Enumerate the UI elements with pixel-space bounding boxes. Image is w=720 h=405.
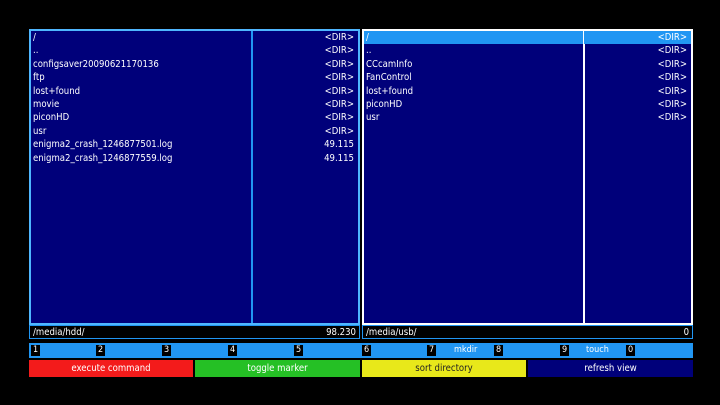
file-row[interactable]: movie [31, 98, 251, 111]
file-row[interactable]: enigma2_crash_1246877559.log [31, 152, 251, 165]
size-cell: <DIR> [657, 98, 687, 110]
number-key-bar: 1 2 3 4 5 6 7 mkdir 8 9 touch 0 [29, 343, 693, 358]
file-row[interactable]: usr [364, 111, 583, 124]
right-path-text: /media/usb/ [366, 327, 417, 338]
right-free-space: 0 [683, 327, 689, 338]
file-row[interactable]: enigma2_crash_1246877501.log [31, 138, 251, 151]
key-5[interactable]: 5 [294, 345, 304, 356]
file-row[interactable]: usr [31, 125, 251, 138]
right-size-column: <DIR> <DIR> <DIR> <DIR> <DIR> <DIR> <DIR… [584, 31, 691, 323]
size-cell: <DIR> [657, 45, 687, 57]
green-button-toggle-marker[interactable]: toggle marker [195, 360, 360, 377]
left-file-pane[interactable]: / .. configsaver20090621170136 ftp lost+… [29, 29, 360, 325]
left-name-column: / .. configsaver20090621170136 ftp lost+… [31, 31, 253, 323]
size-cell: <DIR> [324, 125, 354, 137]
size-cell: <DIR> [324, 45, 354, 57]
key-4[interactable]: 4 [228, 345, 238, 356]
key-9[interactable]: 9 [560, 345, 570, 356]
left-path-bar: /media/hdd/ 98.230 [29, 325, 360, 339]
size-cell: <DIR> [324, 32, 354, 43]
file-row[interactable]: ftp [31, 71, 251, 84]
key-8[interactable]: 8 [494, 345, 504, 356]
right-file-pane[interactable]: / .. CCcamInfo FanControl lost+found pic… [362, 29, 693, 325]
size-cell: <DIR> [324, 58, 354, 70]
size-cell: <DIR> [324, 85, 354, 97]
size-cell: <DIR> [657, 85, 687, 97]
yellow-button-sort-directory[interactable]: sort directory [362, 360, 526, 377]
key-0[interactable]: 0 [626, 345, 636, 356]
size-cell: <DIR> [657, 112, 687, 124]
file-row[interactable]: .. [364, 44, 583, 57]
key-1[interactable]: 1 [31, 345, 41, 356]
file-row[interactable]: configsaver20090621170136 [31, 58, 251, 71]
file-row[interactable]: FanControl [364, 71, 583, 84]
size-cell: <DIR> [584, 31, 691, 45]
left-size-column: <DIR> <DIR> <DIR> <DIR> <DIR> <DIR> <DIR… [251, 31, 358, 323]
key-9-label: touch [586, 345, 609, 355]
file-row[interactable]: / [31, 31, 251, 44]
file-row[interactable]: piconHD [31, 111, 251, 124]
file-row[interactable]: .. [31, 44, 251, 57]
file-row[interactable]: lost+found [31, 85, 251, 98]
key-2[interactable]: 2 [96, 345, 106, 356]
file-row[interactable]: lost+found [364, 85, 583, 98]
key-6[interactable]: 6 [362, 345, 372, 356]
left-path-text: /media/hdd/ [33, 327, 85, 338]
file-row-selected[interactable]: / [364, 31, 583, 45]
size-cell: 49.115 [324, 152, 354, 164]
size-cell: <DIR> [657, 58, 687, 70]
blue-button-refresh-view[interactable]: refresh view [528, 360, 693, 377]
file-row[interactable]: CCcamInfo [364, 58, 583, 71]
right-path-bar: /media/usb/ 0 [362, 325, 693, 339]
file-row[interactable]: piconHD [364, 98, 583, 111]
key-7[interactable]: 7 [427, 345, 437, 356]
size-cell: <DIR> [324, 72, 354, 84]
red-button-execute-command[interactable]: execute command [29, 360, 193, 377]
size-cell: <DIR> [324, 112, 354, 124]
size-cell: <DIR> [657, 72, 687, 84]
left-free-space: 98.230 [326, 327, 356, 338]
size-cell: <DIR> [324, 98, 354, 110]
right-name-column: / .. CCcamInfo FanControl lost+found pic… [364, 31, 585, 323]
key-3[interactable]: 3 [162, 345, 172, 356]
size-cell: 49.115 [324, 139, 354, 151]
key-7-label: mkdir [454, 345, 478, 355]
